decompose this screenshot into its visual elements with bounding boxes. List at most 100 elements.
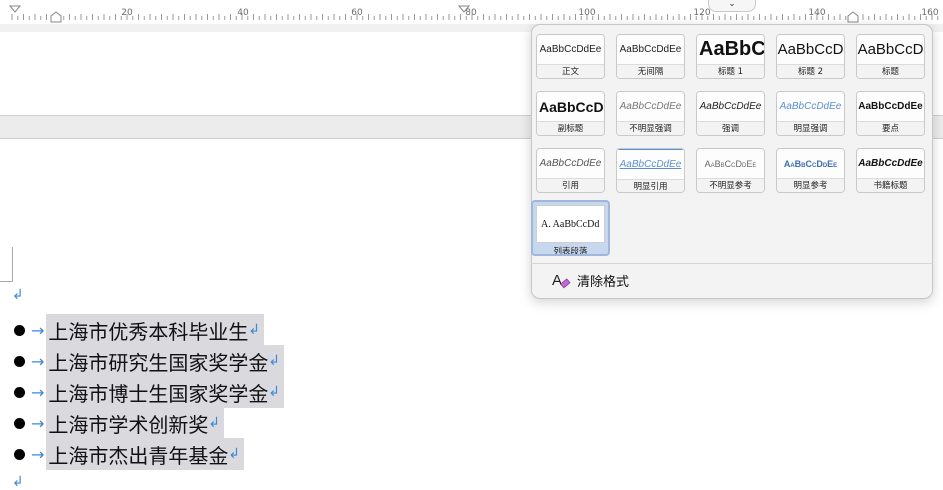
style-name: 标题 1: [697, 65, 764, 78]
style-heading-1[interactable]: AaBbC 标题 1: [696, 34, 765, 79]
hanging-indent-marker: [50, 11, 62, 23]
selected-text[interactable]: 上海市优秀本科毕业生 ↲: [46, 314, 265, 346]
style-normal[interactable]: AaBbCcDdEe 正文: [536, 34, 605, 79]
style-preview: AaBbCcDdEe: [537, 35, 604, 65]
style-intense-quote[interactable]: AaBbCcDdEe 明显引用: [616, 148, 685, 193]
style-name: 标题: [857, 65, 924, 78]
clear-formatting-icon: A: [552, 272, 571, 289]
ruler-number: 20: [121, 8, 133, 18]
bullet-icon: [14, 355, 25, 367]
bullet-icon: [14, 448, 25, 460]
tab-arrow-icon: →: [31, 351, 45, 371]
style-preview: AaBbCcDdEe: [857, 92, 924, 122]
chevron-down-icon: ⌄: [728, 0, 736, 9]
list-item-text: 上海市博士生国家奖学金: [48, 381, 269, 406]
paragraph-mark-icon: ↲: [268, 353, 281, 369]
list-item[interactable]: → 上海市博士生国家奖学金 ↲: [14, 376, 285, 408]
paragraph-mark-icon: ↲: [268, 384, 281, 400]
style-name: 明显强调: [777, 122, 844, 135]
style-preview: AaBbCcDdEe: [697, 92, 764, 122]
style-preview: A. AaBbCcDd: [536, 205, 605, 243]
list-item-text: 上海市研究生国家奖学金: [48, 350, 269, 375]
paragraph-mark-icon: ↲: [208, 415, 221, 431]
style-subtle-emphasis[interactable]: AaBbCcDdEe 不明显强调: [616, 91, 685, 136]
list-item[interactable]: → 上海市学术创新奖 ↲: [14, 407, 225, 439]
style-preview: AaBbCcD: [857, 35, 924, 65]
style-preview: AaBbCcDdEe: [777, 149, 844, 179]
paragraph-mark-icon: ↲: [248, 322, 261, 338]
style-name: 标题 2: [777, 65, 844, 78]
style-name: 不明显参考: [697, 179, 764, 192]
bullet-icon: [14, 386, 25, 398]
style-preview: AaBbC: [697, 35, 764, 65]
bullet-icon: [14, 324, 25, 336]
style-name: 书籍标题: [857, 179, 924, 192]
paragraph-mark-icon: ↲: [12, 474, 24, 490]
style-name: 副标题: [537, 122, 604, 135]
margin-corner-mark: [0, 247, 13, 282]
style-preview: AaBbCcDdEe: [777, 92, 844, 122]
style-quote[interactable]: AaBbCcDdEe 引用: [536, 148, 605, 193]
bullet-icon: [14, 417, 25, 429]
ruler-number: 100: [578, 8, 596, 18]
paragraph-mark-icon: ↲: [12, 287, 24, 303]
panel-divider: [531, 263, 932, 264]
style-intense-emphasis[interactable]: AaBbCcDdEe 明显强调: [776, 91, 845, 136]
right-indent-marker: [847, 11, 859, 23]
style-preview: AaBbCcDdEe: [857, 149, 924, 179]
ruler-number: 140: [808, 8, 826, 18]
style-name: 列表段落: [553, 247, 588, 256]
tab-arrow-icon: →: [31, 413, 45, 433]
clear-formatting-button[interactable]: A 清除格式: [551, 269, 629, 291]
style-heading-2[interactable]: AaBbCcD 标题 2: [776, 34, 845, 79]
style-name: 正文: [537, 65, 604, 78]
style-book-title[interactable]: AaBbCcDdEe 书籍标题: [856, 148, 925, 193]
horizontal-ruler[interactable]: 20 40 60 80 100 120 140 160: [0, 0, 943, 25]
selected-text[interactable]: 上海市博士生国家奖学金 ↲: [46, 376, 285, 408]
list-item-text: 上海市学术创新奖: [48, 412, 209, 437]
style-title[interactable]: AaBbCcD 标题: [856, 34, 925, 79]
style-preview: AaBbCcDI: [537, 92, 604, 122]
ruler-number: 120: [693, 8, 711, 18]
style-intense-reference[interactable]: AaBbCcDdEe 明显参考: [776, 148, 845, 193]
style-subtle-reference[interactable]: AaBbCcDdEe 不明显参考: [696, 148, 765, 193]
style-preview: AaBbCcDdEe: [697, 149, 764, 179]
ruler-number: 60: [351, 8, 363, 18]
style-subtitle[interactable]: AaBbCcDI 副标题: [536, 91, 605, 136]
style-name: 强调: [697, 122, 764, 135]
list-item[interactable]: → 上海市研究生国家奖学金 ↲: [14, 345, 285, 377]
style-name: 无间隔: [617, 65, 684, 78]
tab-arrow-icon: →: [31, 320, 45, 340]
collapse-gallery-button[interactable]: ⌄: [708, 0, 756, 12]
list-item[interactable]: → 上海市杰出青年基金 ↲: [14, 438, 245, 470]
clear-formatting-label: 清除格式: [577, 274, 630, 290]
svg-text:A: A: [552, 272, 562, 289]
style-no-spacing[interactable]: AaBbCcDdEe 无间隔: [616, 34, 685, 79]
ruler-number: 80: [465, 8, 477, 18]
style-preview: AaBbCcDdEe: [617, 92, 684, 122]
tab-arrow-icon: →: [31, 444, 45, 464]
list-item-text: 上海市杰出青年基金: [48, 443, 229, 468]
style-preview: AaBbCcDdEe: [617, 149, 684, 180]
style-name: 明显参考: [777, 179, 844, 192]
selected-text[interactable]: 上海市研究生国家奖学金 ↲: [46, 345, 285, 377]
selected-text[interactable]: 上海市学术创新奖 ↲: [46, 407, 225, 439]
list-item-text: 上海市优秀本科毕业生: [48, 319, 249, 344]
style-strong[interactable]: AaBbCcDdEe 要点: [856, 91, 925, 136]
paragraph-mark-icon: ↲: [228, 446, 241, 462]
style-name: 不明显强调: [617, 122, 684, 135]
style-emphasis[interactable]: AaBbCcDdEe 强调: [696, 91, 765, 136]
style-preview: AaBbCcDdEe: [617, 35, 684, 65]
style-name: 引用: [537, 179, 604, 192]
first-line-indent-marker: [8, 5, 22, 13]
ruler-number: 160: [921, 8, 939, 18]
style-name: 明显引用: [617, 180, 684, 192]
style-preview: AaBbCcDdEe: [537, 149, 604, 179]
selected-text[interactable]: 上海市杰出青年基金 ↲: [46, 438, 245, 470]
style-preview: AaBbCcD: [777, 35, 844, 65]
ruler-number: 40: [237, 8, 249, 18]
style-list-paragraph[interactable]: A. AaBbCcDd 列表段落: [531, 200, 610, 256]
style-name: 要点: [857, 122, 924, 135]
list-item[interactable]: → 上海市优秀本科毕业生 ↲: [14, 314, 265, 346]
tab-arrow-icon: →: [31, 382, 45, 402]
